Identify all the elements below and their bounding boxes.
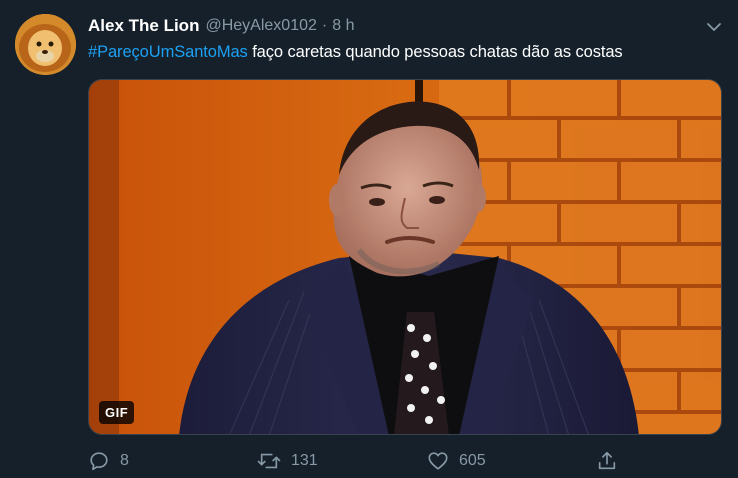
share-icon [596,450,618,472]
like-icon [427,450,449,472]
reply-icon [88,450,110,472]
tweet-card[interactable]: Alex The Lion @HeyAlex0102 · 8 h #Pareço… [0,0,738,478]
tweet-header: Alex The Lion @HeyAlex0102 · 8 h [88,15,354,37]
gif-badge: GIF [99,401,135,424]
hashtag-link[interactable]: #PareçoUmSantoMas [88,43,248,61]
share-button[interactable] [596,448,618,474]
reply-button[interactable]: 8 [88,448,129,474]
reply-count: 8 [120,452,129,469]
retweet-button[interactable]: 131 [257,448,318,474]
tweet-body: faço caretas quando pessoas chatas dão a… [247,43,623,61]
display-name[interactable]: Alex The Lion [88,16,199,36]
separator-dot: · [321,17,328,34]
tweet-text: #PareçoUmSantoMas faço caretas quando pe… [88,43,623,62]
chevron-down-icon[interactable] [703,16,725,38]
user-handle[interactable]: @HeyAlex0102 [205,17,316,35]
gif-frame-image [89,80,721,434]
like-button[interactable]: 605 [427,448,486,474]
retweet-count: 131 [291,452,318,469]
action-bar: 8 131 605 [88,448,648,474]
retweet-icon [257,450,281,472]
timestamp[interactable]: 8 h [332,17,354,35]
like-count: 605 [459,452,486,469]
gif-media[interactable]: GIF [88,79,722,435]
avatar[interactable] [15,14,76,75]
